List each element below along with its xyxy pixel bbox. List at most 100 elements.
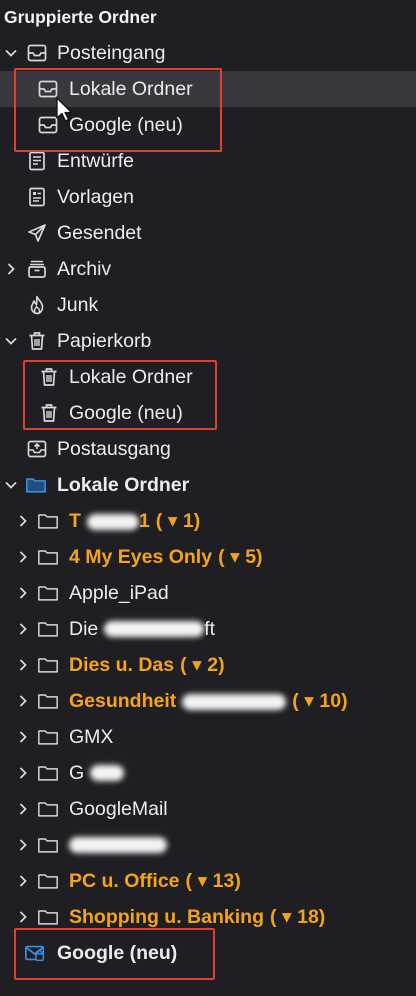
folder-label: Papierkorb	[57, 329, 152, 352]
chevron-right-icon[interactable]	[16, 874, 30, 888]
local-folder[interactable]: Die ft	[0, 611, 416, 647]
chevron-right-icon[interactable]	[16, 514, 30, 528]
folder-label: Postausgang	[57, 437, 171, 460]
account-google[interactable]: Google (neu)	[0, 935, 416, 971]
unread-count: ( ▾ 2)	[180, 654, 225, 676]
folder-icon	[37, 690, 59, 712]
send-icon	[26, 222, 48, 244]
chevron-right-icon[interactable]	[16, 586, 30, 600]
folder-label: Archiv	[57, 257, 112, 280]
folder-icon	[37, 654, 59, 676]
folder-label	[69, 834, 167, 857]
chevron-right-icon[interactable]	[16, 802, 30, 816]
local-folder[interactable]: T 1( ▾ 1)	[0, 503, 416, 539]
folder-label: GMX	[69, 725, 114, 748]
folder-label: Lokale Ordner	[69, 77, 193, 100]
local-folder[interactable]: G	[0, 755, 416, 791]
folder-label: Gesendet	[57, 221, 142, 244]
chevron-right-icon[interactable]	[16, 694, 30, 708]
local-folder[interactable]: Shopping u. Banking( ▾ 18)	[0, 899, 416, 935]
local-folder[interactable]: PC u. Office( ▾ 13)	[0, 863, 416, 899]
folder-archive[interactable]: Archiv	[0, 251, 416, 287]
folder-label: 4 My Eyes Only( ▾ 5)	[69, 546, 263, 568]
local-folder[interactable]: Apple_iPad	[0, 575, 416, 611]
folder-label: PC u. Office( ▾ 13)	[69, 870, 241, 892]
chevron-right-icon[interactable]	[16, 766, 30, 780]
folder-sent[interactable]: Gesendet	[0, 215, 416, 251]
trash-icon	[26, 330, 48, 352]
unread-count: ( ▾ 1)	[155, 510, 201, 532]
trash-icon	[38, 366, 60, 388]
unread-count: ( ▾ 13)	[185, 870, 241, 892]
chevron-right-icon[interactable]	[16, 910, 30, 924]
mouse-cursor-icon	[56, 97, 73, 122]
chevron-right-icon[interactable]	[16, 550, 30, 564]
folder-icon	[37, 546, 59, 568]
redacted-text	[69, 837, 167, 854]
folder-icon	[37, 618, 59, 640]
folder-label: Die ft	[69, 617, 216, 640]
chevron-right-icon[interactable]	[16, 622, 30, 636]
folder-trash[interactable]: Papierkorb	[0, 323, 416, 359]
folder-pane: Gruppierte Ordner Posteingang Lokale Ord…	[0, 0, 416, 996]
account-label: Google (neu)	[57, 941, 178, 964]
folder-icon	[37, 582, 59, 604]
folder-drafts[interactable]: Entwürfe	[0, 143, 416, 179]
chevron-right-icon[interactable]	[4, 262, 18, 276]
folder-pane-header: Gruppierte Ordner	[4, 7, 157, 27]
local-folder[interactable]: Gesundheit( ▾ 10)	[0, 683, 416, 719]
mail-account-icon	[24, 942, 46, 964]
chevron-right-icon[interactable]	[16, 730, 30, 744]
folder-label: Junk	[57, 293, 99, 316]
drafts-icon	[26, 150, 48, 172]
folder-icon	[37, 762, 59, 784]
account-label: Lokale Ordner	[57, 473, 190, 496]
folder-icon	[37, 798, 59, 820]
local-folder[interactable]: GoogleMail	[0, 791, 416, 827]
folder-trash-local[interactable]: Lokale Ordner	[0, 359, 416, 395]
folder-icon	[37, 510, 59, 532]
folder-junk[interactable]: Junk	[0, 287, 416, 323]
chevron-right-icon[interactable]	[16, 658, 30, 672]
folder-label: Google (neu)	[69, 401, 183, 424]
chevron-right-icon[interactable]	[16, 838, 30, 852]
unread-count: ( ▾ 10)	[292, 690, 348, 712]
folder-outbox[interactable]: Postausgang	[0, 431, 416, 467]
redacted-text	[104, 621, 205, 638]
local-folder[interactable]: GMX	[0, 719, 416, 755]
local-folder[interactable]: 4 My Eyes Only( ▾ 5)	[0, 539, 416, 575]
folder-icon	[37, 906, 59, 928]
folder-label: Posteingang	[57, 41, 166, 64]
folder-label: Shopping u. Banking( ▾ 18)	[69, 906, 326, 928]
folder-label: G	[69, 762, 125, 785]
account-local-folders[interactable]: Lokale Ordner	[0, 467, 416, 503]
folder-icon	[25, 474, 47, 496]
folder-label: T 1( ▾ 1)	[69, 510, 201, 532]
local-folder[interactable]: Dies u. Das( ▾ 2)	[0, 647, 416, 683]
folder-icon	[37, 870, 59, 892]
trash-icon	[38, 402, 60, 424]
inbox-icon	[26, 42, 48, 64]
folder-inbox[interactable]: Posteingang	[0, 35, 416, 71]
folder-label: Lokale Ordner	[69, 365, 193, 388]
unread-count: ( ▾ 18)	[269, 906, 326, 928]
outbox-icon	[26, 438, 48, 460]
archive-icon	[26, 258, 48, 280]
folder-label: Entwürfe	[57, 149, 134, 172]
folder-templates[interactable]: Vorlagen	[0, 179, 416, 215]
chevron-down-icon[interactable]	[4, 46, 18, 60]
chevron-down-icon[interactable]	[4, 334, 18, 348]
folder-icon	[37, 726, 59, 748]
folder-label: Gesundheit( ▾ 10)	[69, 690, 348, 712]
redacted-text	[86, 513, 139, 530]
template-icon	[26, 186, 48, 208]
flame-icon	[26, 294, 48, 316]
folder-label: Google (neu)	[69, 113, 183, 136]
folder-label: GoogleMail	[69, 797, 168, 820]
folder-trash-google[interactable]: Google (neu)	[0, 395, 416, 431]
local-folder[interactable]	[0, 827, 416, 863]
redacted-text	[90, 765, 125, 782]
folder-label: Dies u. Das( ▾ 2)	[69, 654, 225, 676]
unread-count: ( ▾ 5)	[218, 546, 263, 568]
chevron-down-icon[interactable]	[4, 478, 18, 492]
